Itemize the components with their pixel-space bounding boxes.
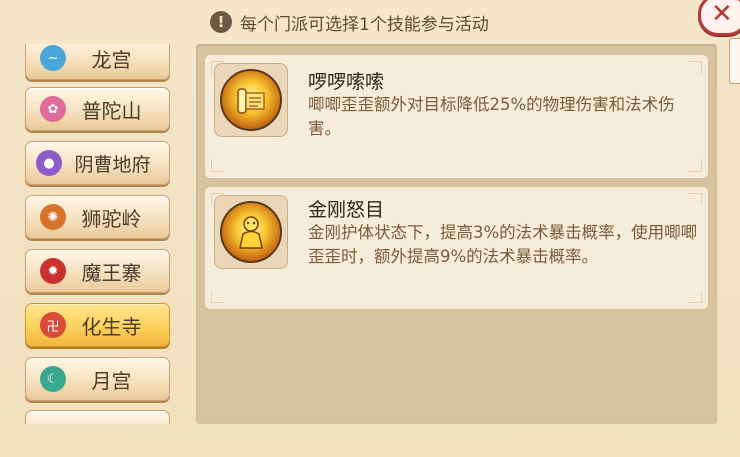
scroll-skill-icon[interactable]	[214, 63, 288, 137]
skull-emblem-icon: ●	[36, 150, 62, 176]
temple-emblem-icon: 卍	[40, 312, 66, 338]
notice-text: 每个门派可选择1个技能参与活动	[240, 14, 489, 35]
skill-description: 唧唧歪歪额外对目标降低25%的物理伤害和法术伤害。	[308, 95, 675, 138]
sidebar-item-partial[interactable]	[25, 410, 170, 424]
close-icon: ✕	[711, 0, 733, 29]
notice-bar: ! 每个门派可选择1个技能参与活动	[210, 8, 489, 36]
exclamation-icon: !	[210, 11, 232, 33]
skill-name: 金刚怒目	[308, 199, 385, 221]
skill-card[interactable]: 啰啰嗦嗦 唧唧歪歪额外对目标降低25%的物理伤害和法术伤害。	[204, 54, 709, 179]
sidebar-item-label: 月宫	[91, 368, 132, 393]
sidebar-item-huashengsi[interactable]: 卍 化生寺	[25, 303, 170, 347]
sidebar-item-label: 化生寺	[81, 314, 142, 339]
skill-card[interactable]: 金刚怒目 金刚护体状态下，提高3%的法术暴击概率，使用唧唧歪歪时，额外提高9%的…	[204, 186, 709, 310]
sidebar-item-yuegong[interactable]: ☾ 月宫	[25, 357, 170, 401]
golden-warrior-skill-icon[interactable]	[214, 195, 288, 269]
sidebar-item-label: 魔王寨	[81, 260, 142, 285]
moon-emblem-icon: ☾	[40, 366, 66, 392]
skill-name: 啰啰嗦嗦	[308, 71, 385, 93]
lion-emblem-icon: ✺	[40, 204, 66, 230]
skill-description: 金刚护体状态下，提高3%的法术暴击概率，使用唧唧歪歪时，额外提高9%的法术暴击概…	[308, 223, 698, 266]
sidebar-item-putuoshan[interactable]: ✿ 普陀山	[25, 87, 170, 131]
sidebar-item-label: 阴曹地府	[74, 153, 151, 176]
side-tab-handle[interactable]	[729, 38, 740, 84]
lotus-emblem-icon: ✿	[40, 96, 66, 122]
sidebar-item-yincaodifu[interactable]: ● 阴曹地府	[25, 141, 170, 185]
sidebar-item-label: 龙宫	[91, 47, 132, 72]
dragon-wave-emblem-icon: ~	[40, 45, 66, 71]
sidebar-item-label: 普陀山	[81, 98, 142, 123]
close-button[interactable]: ✕	[698, 0, 740, 36]
sidebar-item-mowangzhai[interactable]: ✹ 魔王寨	[25, 249, 170, 293]
demon-emblem-icon: ✹	[40, 258, 66, 284]
sect-sidebar: ~ 龙宫 ✿ 普陀山 ● 阴曹地府 ✺ 狮驼岭 ✹ 魔王寨 卍 化生寺 ☾ 月宫	[20, 44, 180, 424]
sidebar-item-shituoling[interactable]: ✺ 狮驼岭	[25, 195, 170, 239]
sidebar-item-longgong[interactable]: ~ 龙宫	[25, 44, 170, 80]
skill-list-panel: 啰啰嗦嗦 唧唧歪歪额外对目标降低25%的物理伤害和法术伤害。 金刚怒目 金刚护体…	[196, 44, 717, 424]
sidebar-item-label: 狮驼岭	[81, 206, 142, 231]
